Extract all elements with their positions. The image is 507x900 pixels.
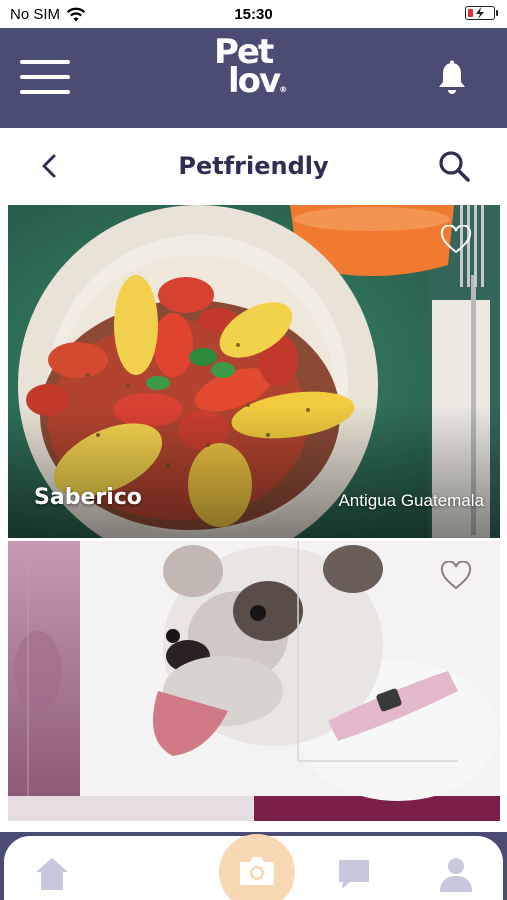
status-bar: No SIM 15:30 [0, 0, 507, 28]
sub-header: Petfriendly [0, 128, 507, 204]
bulldog-photo [8, 541, 500, 821]
hamburger-icon [20, 60, 70, 64]
bottom-nav-panel [4, 834, 503, 900]
clock: 15:30 [234, 6, 273, 23]
bottom-navigation [0, 832, 507, 900]
menu-button[interactable] [20, 58, 72, 98]
home-icon[interactable] [32, 854, 72, 894]
hamburger-line [20, 90, 70, 94]
charging-bolt-icon [476, 7, 484, 19]
petlov-logo: Pet lov® [214, 35, 294, 108]
hamburger-line [20, 75, 70, 79]
bell-icon[interactable] [436, 60, 468, 96]
app-header: Pet lov® [0, 28, 507, 128]
logo-registered-mark: ® [279, 84, 288, 94]
heart-outline-icon[interactable] [440, 225, 472, 255]
logo-line-2-text: lov [228, 60, 281, 101]
chat-icon[interactable] [334, 854, 374, 894]
camera-button[interactable] [219, 834, 295, 900]
battery-fill [468, 9, 473, 17]
place-card[interactable] [8, 541, 500, 821]
search-icon[interactable] [436, 148, 472, 184]
user-icon[interactable] [436, 854, 476, 894]
place-card[interactable]: Saberico Antigua Guatemala [8, 205, 500, 538]
battery-icon [465, 6, 498, 20]
place-title: Saberico [34, 485, 142, 510]
heart-outline-icon[interactable] [440, 561, 472, 591]
page-title: Petfriendly [178, 152, 329, 180]
battery-indicator [465, 6, 498, 20]
place-location: Antigua Guatemala [338, 491, 484, 510]
camera-icon [240, 857, 274, 885]
